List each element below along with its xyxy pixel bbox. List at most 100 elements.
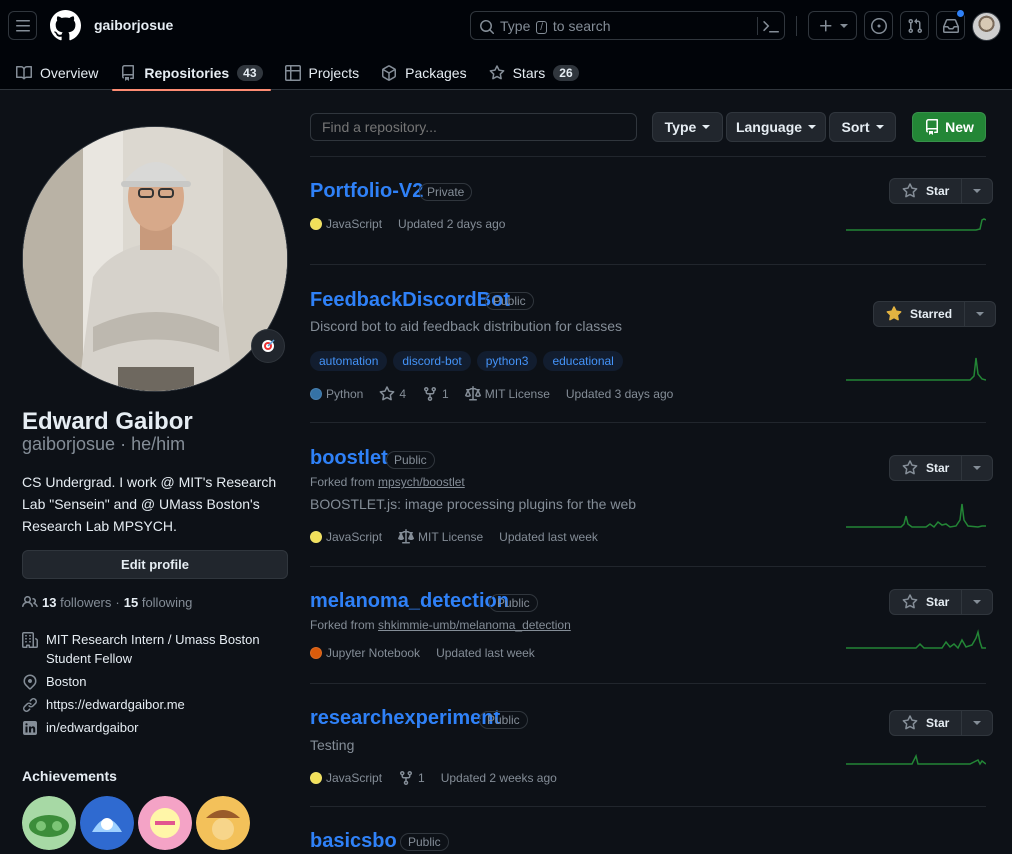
star-icon — [902, 183, 918, 198]
forks-link[interactable]: 1 — [422, 386, 449, 402]
find-repository-input[interactable] — [310, 113, 637, 141]
chevron-down-icon — [973, 600, 982, 604]
achievement-quickdraw-icon[interactable] — [196, 796, 250, 850]
profile-avatar[interactable] — [22, 126, 288, 392]
language-color-dot — [310, 218, 322, 230]
star-button[interactable]: Star — [889, 455, 994, 481]
chevron-down-icon — [839, 23, 848, 28]
tab-packages[interactable]: Packages — [373, 55, 474, 90]
repo-name-link[interactable]: melanoma_detection — [310, 588, 509, 614]
repo-name-link[interactable]: basicsbo — [310, 828, 397, 854]
context-username[interactable]: gaiborjosue — [94, 17, 173, 33]
tab-packages-label: Packages — [405, 64, 467, 81]
fork-icon — [424, 387, 437, 402]
search-shortcut-key: / — [536, 21, 548, 34]
new-repository-button[interactable]: New — [912, 112, 986, 142]
star-list-dropdown[interactable] — [965, 302, 995, 326]
divider — [796, 16, 797, 36]
updated-time: Updated last week — [436, 646, 535, 660]
forked-from-link[interactable]: shkimmie-umb/melanoma_detection — [378, 618, 571, 632]
star-list-dropdown[interactable] — [962, 711, 992, 735]
language-item: JavaScript — [310, 771, 382, 785]
status-emoji-button[interactable] — [251, 329, 285, 363]
stargazers-link[interactable]: 4 — [379, 386, 406, 402]
language-color-dot — [310, 531, 322, 543]
global-search-input[interactable]: Type / to search — [470, 11, 785, 40]
pull-requests-button[interactable] — [900, 11, 929, 40]
following-link[interactable]: 15 following — [124, 595, 193, 610]
tab-projects[interactable]: Projects — [277, 55, 368, 90]
star-button[interactable]: Star — [889, 710, 994, 736]
starred-button[interactable]: Starred — [873, 301, 997, 327]
topic-tag[interactable]: python3 — [476, 351, 538, 371]
type-filter-button[interactable]: Type — [652, 112, 723, 142]
organization-item: MIT Research Intern / Umass Boston Stude… — [22, 630, 288, 668]
topic-tag[interactable]: discord-bot — [393, 351, 471, 371]
star-icon — [902, 715, 918, 730]
updated-time: Updated last week — [499, 530, 598, 544]
license-name: MIT License — [418, 530, 484, 544]
visibility-badge: Public — [489, 594, 538, 612]
star-toggle[interactable]: Starred — [874, 302, 966, 326]
separator-dot: · — [115, 594, 120, 610]
star-count: 4 — [399, 387, 407, 401]
forks-link[interactable]: 1 — [398, 770, 425, 786]
language-color-dot — [310, 772, 322, 784]
divider — [757, 17, 758, 35]
divider — [310, 264, 986, 265]
visibility-badge: Public — [485, 292, 534, 310]
tab-repositories[interactable]: Repositories 43 — [112, 55, 271, 91]
activity-sparkline — [846, 503, 986, 529]
create-new-button[interactable] — [808, 11, 857, 40]
repo-name-link[interactable]: researchexperiment — [310, 705, 500, 731]
stars-count: 26 — [553, 64, 579, 81]
star-label: Starred — [910, 307, 953, 321]
star-list-dropdown[interactable] — [962, 590, 992, 614]
menu-button[interactable] — [8, 11, 37, 40]
repo-name-link[interactable]: FeedbackDiscordBot — [310, 287, 510, 313]
forked-prefix: Forked from — [310, 475, 375, 489]
forked-from: Forked from shkimmie-umb/melanoma_detect… — [310, 618, 571, 632]
language-item: JavaScript — [310, 530, 382, 544]
star-toggle[interactable]: Star — [890, 590, 963, 614]
command-palette-icon[interactable] — [763, 18, 779, 34]
repo-icon — [122, 64, 135, 81]
organization-icon — [22, 632, 38, 648]
star-toggle[interactable]: Star — [890, 456, 963, 480]
star-button[interactable]: Star — [889, 178, 994, 204]
repo-name-link[interactable]: Portfolio-V2 — [310, 178, 423, 204]
star-list-dropdown[interactable] — [962, 179, 992, 203]
issues-button[interactable] — [864, 11, 893, 40]
followers-link[interactable]: 13 followers — [42, 595, 111, 610]
divider — [310, 683, 986, 684]
tab-overview[interactable]: Overview — [8, 55, 106, 90]
tab-stars[interactable]: Stars 26 — [481, 55, 587, 90]
user-avatar[interactable] — [972, 12, 1001, 41]
sort-button[interactable]: Sort — [829, 112, 896, 142]
topic-tag[interactable]: automation — [310, 351, 388, 371]
repo-name-link[interactable]: boostlet — [310, 445, 388, 471]
search-hint-suffix: to search — [552, 18, 611, 34]
language-filter-button[interactable]: Language — [726, 112, 826, 142]
language-name: JavaScript — [326, 771, 383, 785]
website-link[interactable]: https://edwardgaibor.me — [46, 695, 185, 714]
global-header: gaiborjosue Type / to search Overview Re… — [0, 0, 1012, 91]
chevron-down-icon — [973, 189, 982, 193]
forked-from-link[interactable]: mpsych/boostlet — [378, 475, 465, 489]
achievement-pull-shark-icon[interactable] — [80, 796, 134, 850]
topic-tag[interactable]: educational — [543, 351, 623, 371]
edit-profile-button[interactable]: Edit profile — [22, 550, 288, 579]
linkedin-link[interactable]: in/edwardgaibor — [46, 718, 139, 737]
star-toggle[interactable]: Star — [890, 711, 963, 735]
github-logo-icon[interactable] — [50, 10, 81, 41]
sort-label: Sort — [841, 119, 870, 135]
visibility-badge: Private — [419, 183, 473, 201]
repo-meta: JavaScript 1 Updated 2 weeks ago — [310, 770, 573, 786]
star-list-dropdown[interactable] — [962, 456, 992, 480]
achievement-pair-extraordinaire-icon[interactable] — [22, 796, 76, 850]
star-button[interactable]: Star — [889, 589, 994, 615]
achievement-yolo-icon[interactable] — [138, 796, 192, 850]
activity-sparkline — [846, 218, 986, 231]
profile-details: MIT Research Intern / Umass Boston Stude… — [22, 630, 288, 741]
star-toggle[interactable]: Star — [890, 179, 963, 203]
